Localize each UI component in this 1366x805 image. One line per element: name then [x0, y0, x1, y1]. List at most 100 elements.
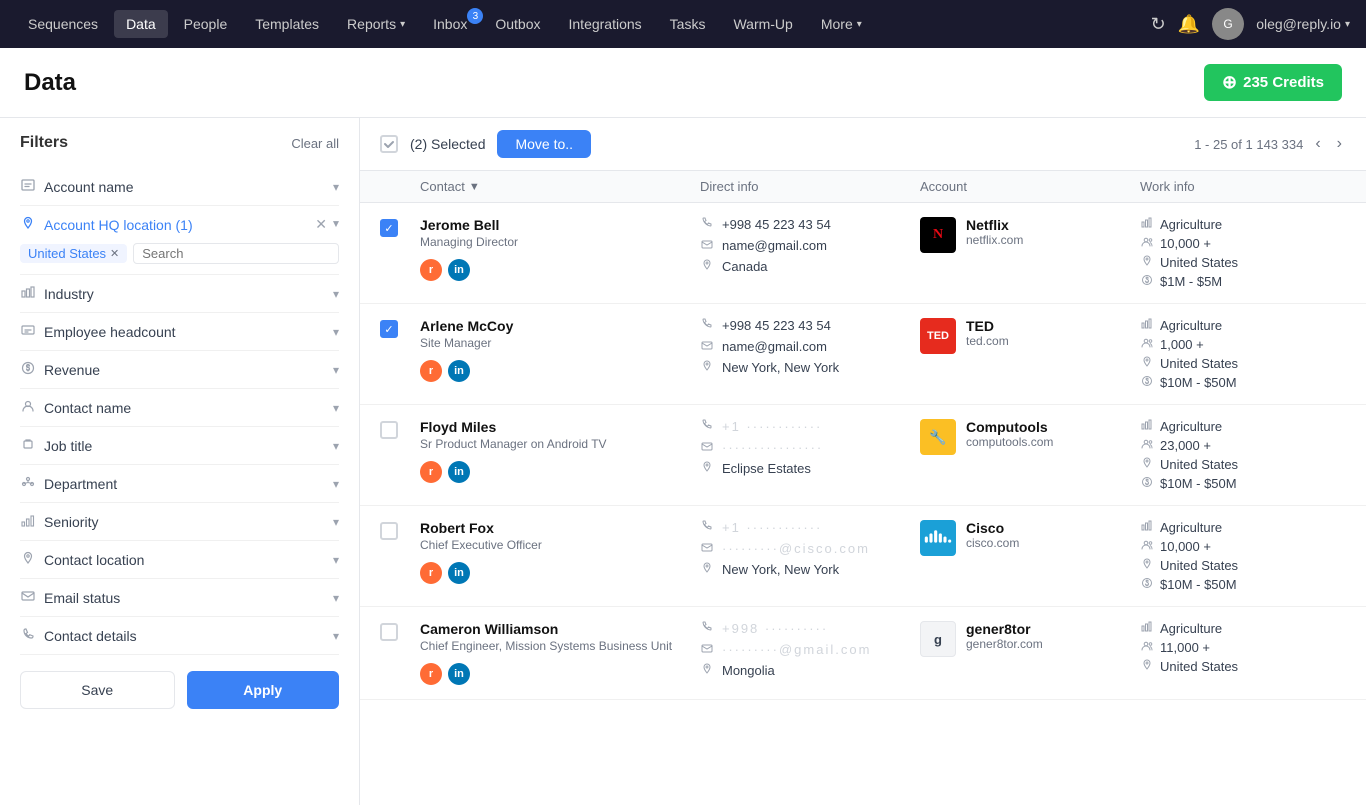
phone-row: +998 45 223 43 54 — [700, 318, 920, 333]
contact-social-icons: r in — [420, 663, 700, 685]
industry-value: Agriculture — [1160, 419, 1222, 434]
linkedin-icon[interactable]: in — [448, 259, 470, 281]
reply-icon[interactable]: r — [420, 259, 442, 281]
reply-icon[interactable]: r — [420, 562, 442, 584]
direct-info-col: +998 45 223 43 54 name@gmail.com Canada — [700, 217, 920, 274]
phone-icon — [700, 419, 714, 434]
table-row: ✓ Arlene McCoy Site Manager r in +998 45… — [360, 304, 1366, 405]
direct-info-col: +998 ·········· ·········@gmail.com Mong… — [700, 621, 920, 678]
row-checkbox[interactable]: ✓ — [380, 320, 398, 338]
nav-people[interactable]: People — [172, 10, 240, 38]
col-header-contact[interactable]: Contact ▼ — [420, 179, 700, 194]
clear-all-button[interactable]: Clear all — [291, 136, 339, 151]
nav-tasks[interactable]: Tasks — [658, 10, 718, 38]
nav-more[interactable]: More ▾ — [809, 10, 874, 38]
row-checkbox[interactable]: ✓ — [380, 219, 398, 237]
employees-value: 10,000 + — [1160, 236, 1211, 251]
filter-industry-row[interactable]: Industry ▾ — [20, 275, 339, 312]
nav-inbox[interactable]: Inbox 3 — [421, 10, 479, 38]
location-row: Canada — [700, 259, 920, 274]
email-row: name@gmail.com — [700, 339, 920, 354]
company-details: Netflix netflix.com — [966, 217, 1023, 247]
email-icon — [700, 440, 714, 455]
linkedin-icon[interactable]: in — [448, 663, 470, 685]
revenue-value: $10M - $50M — [1160, 375, 1237, 390]
industry-icon — [1140, 318, 1154, 333]
nav-templates[interactable]: Templates — [243, 10, 331, 38]
location-value: New York, New York — [722, 360, 839, 375]
nav-data[interactable]: Data — [114, 10, 168, 38]
industry-icon — [1140, 621, 1154, 636]
phone-icon — [700, 217, 714, 232]
us-tag-remove[interactable]: ✕ — [110, 247, 119, 260]
filter-revenue-row[interactable]: Revenue ▾ — [20, 351, 339, 388]
account-info-col: TED TED ted.com — [920, 318, 1140, 354]
apply-button[interactable]: Apply — [187, 671, 340, 709]
nav-warmup[interactable]: Warm-Up — [721, 10, 804, 38]
contact-social-icons: r in — [420, 360, 700, 382]
email-value: ················ — [722, 440, 823, 455]
company-name: gener8tor — [966, 621, 1043, 637]
filter-seniority-row[interactable]: Seniority ▾ — [20, 503, 339, 540]
nav-integrations[interactable]: Integrations — [557, 10, 654, 38]
revenue-icon — [20, 361, 36, 378]
nav-outbox[interactable]: Outbox — [483, 10, 552, 38]
company-domain: computools.com — [966, 435, 1053, 449]
email-value: name@gmail.com — [722, 238, 827, 253]
refresh-icon[interactable]: ↻ — [1151, 14, 1166, 35]
linkedin-icon[interactable]: in — [448, 461, 470, 483]
filter-contact-name-row[interactable]: Contact name ▾ — [20, 389, 339, 426]
row-checkbox[interactable] — [380, 522, 398, 540]
reply-icon[interactable]: r — [420, 360, 442, 382]
contact-name: Arlene McCoy — [420, 318, 700, 334]
row-checkbox[interactable] — [380, 623, 398, 641]
col-header-checkbox — [380, 179, 420, 194]
filter-contact-details-row[interactable]: Contact details ▾ — [20, 617, 339, 654]
chevron-account-name: ▾ — [333, 180, 339, 194]
nav-sequences[interactable]: Sequences — [16, 10, 110, 38]
filter-contact-location-row[interactable]: Contact location ▾ — [20, 541, 339, 578]
contact-name: Cameron Williamson — [420, 621, 700, 637]
filter-account-hq-row[interactable]: Account HQ location (1) ✕ ▴ — [20, 206, 339, 243]
user-menu[interactable]: oleg@reply.io ▾ — [1256, 16, 1350, 32]
employees-icon — [1140, 539, 1154, 554]
phone-icon — [700, 621, 714, 636]
contact-job-title: Chief Engineer, Mission Systems Business… — [420, 639, 700, 653]
select-all-checkbox[interactable] — [380, 135, 398, 153]
save-button[interactable]: Save — [20, 671, 175, 709]
pagination-prev[interactable]: ‹ — [1311, 133, 1324, 155]
contact-social-icons: r in — [420, 259, 700, 281]
pagination-next[interactable]: › — [1333, 133, 1346, 155]
filter-contact-location: Contact location ▾ — [20, 541, 339, 579]
col-header-work-info: Work info — [1140, 179, 1366, 194]
bell-icon[interactable]: 🔔 — [1178, 14, 1200, 35]
linkedin-icon[interactable]: in — [448, 562, 470, 584]
pagination: 1 - 25 of 1 143 334 ‹ › — [1194, 133, 1346, 155]
nav-reports[interactable]: Reports ▾ — [335, 10, 417, 38]
reply-icon[interactable]: r — [420, 461, 442, 483]
filter-department-row[interactable]: Department ▾ — [20, 465, 339, 502]
direct-info-col: +1 ············ ·········@cisco.com New … — [700, 520, 920, 577]
avatar[interactable]: G — [1212, 8, 1244, 40]
phone-row: +998 45 223 43 54 — [700, 217, 920, 232]
filter-email-status-row[interactable]: Email status ▾ — [20, 579, 339, 616]
remove-hq-filter-icon[interactable]: ✕ — [315, 216, 327, 233]
revenue-value: $1M - $5M — [1160, 274, 1222, 289]
credits-button[interactable]: ⊕ 235 Credits — [1204, 64, 1342, 101]
filter-headcount-row[interactable]: Employee headcount ▾ — [20, 313, 339, 350]
revenue-row: $1M - $5M — [1140, 274, 1238, 289]
email-row: name@gmail.com — [700, 238, 920, 253]
table-row: Floyd Miles Sr Product Manager on Androi… — [360, 405, 1366, 506]
filter-job-title-row[interactable]: Job title ▾ — [20, 427, 339, 464]
contact-info-col: Floyd Miles Sr Product Manager on Androi… — [420, 419, 700, 483]
email-icon — [700, 541, 714, 556]
row-checkbox[interactable] — [380, 421, 398, 439]
move-to-button[interactable]: Move to.. — [497, 130, 591, 158]
reply-icon[interactable]: r — [420, 663, 442, 685]
hq-row: United States — [1140, 356, 1238, 371]
industry-row: Agriculture — [1140, 520, 1238, 535]
hq-search-input[interactable] — [133, 243, 339, 264]
industry-icon — [1140, 419, 1154, 434]
filter-account-name-row[interactable]: Account name ▾ — [20, 168, 339, 205]
linkedin-icon[interactable]: in — [448, 360, 470, 382]
